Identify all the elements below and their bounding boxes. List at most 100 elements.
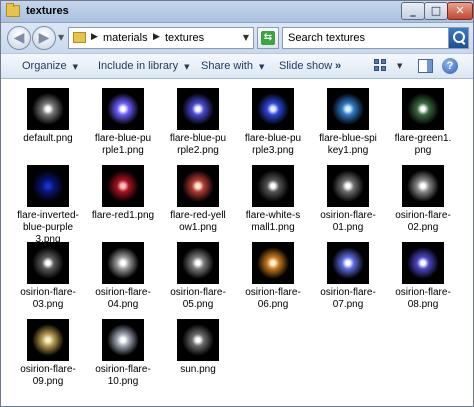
image-thumbnail	[402, 165, 444, 207]
file-name: osirion-flare-​02.png	[395, 210, 451, 233]
file-name: flare-green1.​png	[394, 133, 452, 156]
file-item[interactable]: flare-blue-pu​rple2.png	[162, 80, 234, 158]
breadcrumb-materials[interactable]: materials	[103, 32, 148, 44]
image-thumbnail	[27, 242, 69, 284]
refresh-icon: ⇆	[261, 31, 275, 45]
file-item[interactable]: osirion-flare-​10.png	[87, 311, 159, 389]
file-item[interactable]: flare-red1.pn​g	[87, 157, 159, 235]
file-name: flare-white-s​mall1.png	[245, 210, 301, 233]
image-thumbnail	[177, 319, 219, 361]
refresh-button[interactable]: ⇆	[257, 27, 279, 49]
breadcrumb-textures[interactable]: textures	[165, 32, 204, 44]
file-name: osirion-flare-​04.png	[95, 287, 151, 310]
search-box[interactable]: Search textures	[282, 27, 469, 49]
file-item[interactable]: flare-red-yell​ow1.png	[162, 157, 234, 235]
image-thumbnail	[177, 242, 219, 284]
title-bar[interactable]: textures _ □ ✕	[1, 1, 473, 23]
chevron-down-icon: ▼	[184, 63, 190, 71]
file-item[interactable]: flare-inverte​d-blue-purple​3.png	[12, 157, 84, 245]
breadcrumb-chevron-icon[interactable]: ▶	[153, 32, 160, 42]
breadcrumb-chevron-icon[interactable]: ▶	[91, 32, 98, 42]
file-name: osirion-flare-​05.png	[170, 287, 226, 310]
view-options-chevron-icon[interactable]: ▼	[397, 62, 402, 70]
slide-show-button[interactable]: Slide show	[279, 60, 332, 72]
file-name: osirion-flare-​08.png	[395, 287, 451, 310]
window-title: textures	[26, 5, 69, 17]
address-row: ◀ ▶ ▼ ▶ materials ▶ textures ▼ ⇆ Search …	[1, 23, 473, 53]
file-list: default.png flare-blue-pu​rple1.png flare-…	[1, 80, 473, 406]
chevron-down-icon: ▼	[258, 63, 265, 71]
file-name: osirion-flare-​07.png	[320, 287, 376, 310]
file-name: flare-blue-spi​key1.png	[319, 133, 377, 156]
file-item[interactable]: osirion-flare-​06.png	[237, 234, 309, 312]
file-item[interactable]: flare-green1.​png	[387, 80, 459, 158]
file-name: flare-blue-pu​rple1.png	[94, 133, 152, 156]
file-item[interactable]: osirion-flare-​02.png	[387, 157, 459, 235]
file-name: osirion-flare-​10.png	[95, 364, 151, 387]
include-in-library-menu[interactable]: Include in library ▼	[98, 60, 189, 72]
image-thumbnail	[402, 88, 444, 130]
file-name: osirion-flare-​03.png	[20, 287, 76, 310]
address-dropdown-icon[interactable]: ▼	[243, 33, 249, 42]
file-item[interactable]: osirion-flare-​09.png	[12, 311, 84, 389]
preview-pane-icon[interactable]	[418, 59, 433, 73]
recent-pages-chevron-icon[interactable]: ▼	[58, 33, 64, 42]
help-icon[interactable]: ?	[442, 58, 458, 74]
file-name: flare-red-yell​ow1.png	[170, 210, 226, 233]
file-item[interactable]: osirion-flare-​03.png	[12, 234, 84, 312]
file-item[interactable]: osirion-flare-​08.png	[387, 234, 459, 312]
share-with-label: Share with	[201, 60, 253, 72]
organize-menu[interactable]: Organize ▼	[22, 60, 78, 72]
back-button[interactable]: ◀	[7, 26, 31, 50]
maximize-button[interactable]: □	[424, 2, 448, 20]
file-item[interactable]: osirion-flare-​07.png	[312, 234, 384, 312]
address-bar[interactable]: ▶ materials ▶ textures ▼	[68, 27, 254, 49]
image-thumbnail	[177, 165, 219, 207]
image-thumbnail	[102, 319, 144, 361]
file-name: osirion-flare-​09.png	[20, 364, 76, 387]
image-thumbnail	[177, 88, 219, 130]
file-name: flare-blue-pu​rple3.png	[244, 133, 302, 156]
image-thumbnail	[327, 88, 369, 130]
search-input[interactable]: Search textures	[288, 32, 365, 44]
file-item[interactable]: default.png	[12, 80, 84, 158]
file-name: flare-blue-pu​rple2.png	[169, 133, 227, 156]
image-thumbnail	[252, 165, 294, 207]
file-item[interactable]: flare-blue-pu​rple1.png	[87, 80, 159, 158]
file-item[interactable]: flare-blue-spi​key1.png	[312, 80, 384, 158]
close-button[interactable]: ✕	[447, 2, 473, 20]
image-thumbnail	[102, 165, 144, 207]
image-thumbnail	[252, 242, 294, 284]
more-commands-button[interactable]: »	[335, 60, 341, 72]
image-thumbnail	[252, 88, 294, 130]
file-item[interactable]: osirion-flare-​01.png	[312, 157, 384, 235]
file-item[interactable]: osirion-flare-​05.png	[162, 234, 234, 312]
image-thumbnail	[102, 88, 144, 130]
image-thumbnail	[402, 242, 444, 284]
file-item[interactable]: flare-blue-pu​rple3.png	[237, 80, 309, 158]
image-thumbnail	[27, 319, 69, 361]
file-name: sun.png	[180, 364, 216, 375]
chevron-down-icon: ▼	[72, 63, 79, 71]
command-bar: Organize ▼ Include in library ▼ Share with…	[1, 53, 473, 79]
file-item[interactable]: sun.png	[162, 311, 234, 389]
image-thumbnail	[27, 88, 69, 130]
change-view-icon[interactable]	[374, 59, 388, 73]
file-item[interactable]: osirion-flare-​04.png	[87, 234, 159, 312]
file-name: flare-red1.pn​g	[91, 210, 155, 221]
explorer-window: textures _ □ ✕ ◀ ▶ ▼ ▶ materials ▶ textu…	[0, 0, 474, 407]
folder-icon	[73, 32, 86, 43]
include-in-library-label: Include in library	[98, 60, 179, 72]
file-name: osirion-flare-​06.png	[245, 287, 301, 310]
share-with-menu[interactable]: Share with ▼	[201, 60, 264, 72]
image-thumbnail	[102, 242, 144, 284]
search-icon[interactable]	[448, 28, 468, 48]
image-thumbnail	[327, 242, 369, 284]
image-thumbnail	[27, 165, 69, 207]
minimize-button[interactable]: _	[401, 2, 425, 20]
file-name: osirion-flare-​01.png	[320, 210, 376, 233]
file-item[interactable]: flare-white-s​mall1.png	[237, 157, 309, 235]
image-thumbnail	[327, 165, 369, 207]
folder-icon	[6, 3, 20, 17]
forward-button[interactable]: ▶	[32, 26, 56, 50]
